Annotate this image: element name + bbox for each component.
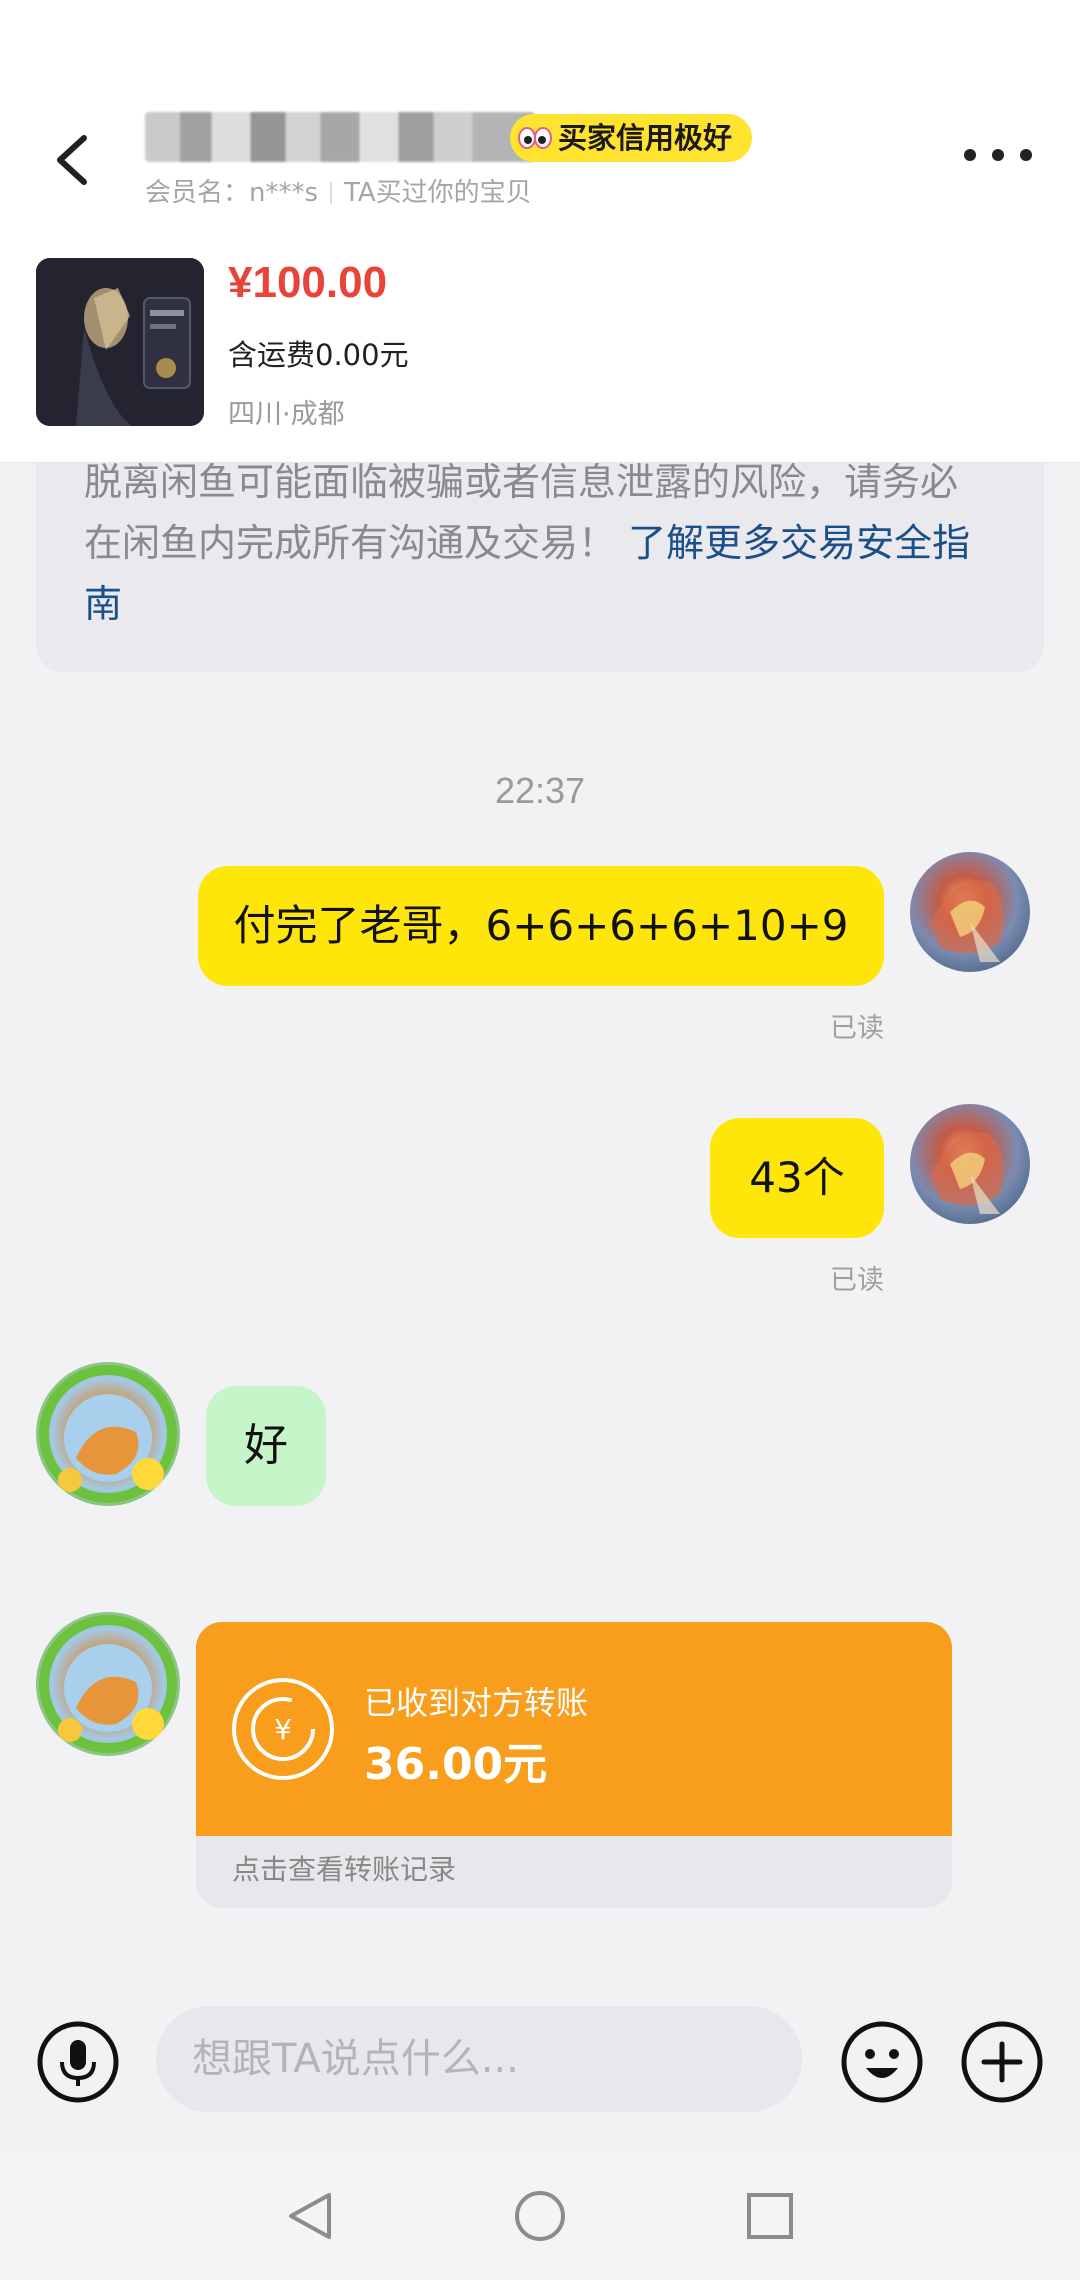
back-button[interactable] — [44, 128, 100, 192]
product-price: ¥100.00 — [228, 258, 388, 307]
credit-badge-label: 买家信用极好 — [558, 121, 733, 155]
svg-text:¥: ¥ — [274, 1713, 292, 1746]
circle-home-icon — [515, 2191, 565, 2241]
voice-button[interactable] — [36, 2020, 120, 2104]
message-input[interactable] — [156, 2006, 802, 2112]
avatar[interactable] — [36, 1362, 180, 1506]
nav-recents-button[interactable] — [740, 2186, 800, 2246]
transfer-card[interactable]: ¥ 已收到对方转账 36.00元 点击查看转账记录 — [196, 1622, 952, 1908]
avatar-image — [39, 1615, 177, 1753]
eyes-icon — [518, 127, 552, 149]
member-name: 会员名：n***s — [145, 178, 319, 208]
read-status: 已读 — [830, 1265, 884, 1296]
chat-screen: 买家信用极好 会员名：n***s TA买过你的宝贝 ¥100.00 含运费0.00… — [0, 0, 1080, 2280]
read-status: 已读 — [830, 1013, 884, 1044]
transfer-card-body: ¥ 已收到对方转账 36.00元 — [196, 1622, 952, 1836]
more-dots-icon — [992, 149, 1004, 161]
divider — [330, 182, 333, 204]
avatar-image — [930, 880, 1004, 962]
avatar[interactable] — [36, 1612, 180, 1756]
transfer-amount: 36.00元 — [364, 1739, 548, 1790]
message-bubble-mine[interactable]: 43个 — [710, 1118, 884, 1238]
plus-button[interactable] — [960, 2020, 1044, 2104]
avatar-image — [39, 1365, 177, 1503]
nav-home-button[interactable] — [510, 2186, 570, 2246]
chevron-left-icon — [57, 135, 87, 185]
microphone-icon — [37, 2021, 119, 2103]
member-note: TA买过你的宝贝 — [344, 178, 532, 208]
chat-header: 买家信用极好 会员名：n***s TA买过你的宝贝 ¥100.00 含运费0.00… — [0, 0, 1080, 463]
more-dots-icon — [1020, 149, 1032, 161]
product-location: 四川·成都 — [228, 399, 345, 430]
nav-back-button[interactable] — [280, 2186, 340, 2246]
transfer-record-link[interactable]: 点击查看转账记录 — [232, 1848, 456, 1888]
more-button[interactable] — [964, 138, 1032, 172]
shipping-fee: 含运费0.00元 — [228, 338, 409, 372]
triangle-back-icon — [289, 2193, 331, 2239]
emoji-button[interactable] — [840, 2020, 924, 2104]
message-bubble-theirs[interactable]: 好 — [206, 1386, 326, 1506]
safety-notice-text: 脱离闲鱼可能面临被骗或者信息泄露的风险，请务必在闲鱼内完成所有沟通及交易！ 了解… — [84, 452, 984, 635]
plus-icon — [961, 2021, 1043, 2103]
transfer-title: 已收到对方转账 — [364, 1684, 589, 1722]
credit-badge: 买家信用极好 — [510, 114, 753, 162]
product-thumbnail[interactable] — [36, 258, 204, 426]
square-recents-icon — [747, 2193, 793, 2239]
smiley-icon — [841, 2021, 923, 2103]
message-bubble-mine[interactable]: 付完了老哥，6+6+6+6+10+9 — [198, 866, 884, 986]
product-image — [36, 258, 204, 426]
avatar[interactable] — [910, 852, 1030, 972]
blurred-username — [145, 112, 535, 162]
avatar-image — [930, 1132, 1004, 1214]
avatar[interactable] — [910, 1104, 1030, 1224]
message-timestamp: 22:37 — [494, 770, 586, 811]
yuan-transfer-icon: ¥ — [232, 1678, 334, 1780]
more-dots-icon — [964, 149, 976, 161]
member-info: 会员名：n***s TA买过你的宝贝 — [145, 172, 532, 209]
